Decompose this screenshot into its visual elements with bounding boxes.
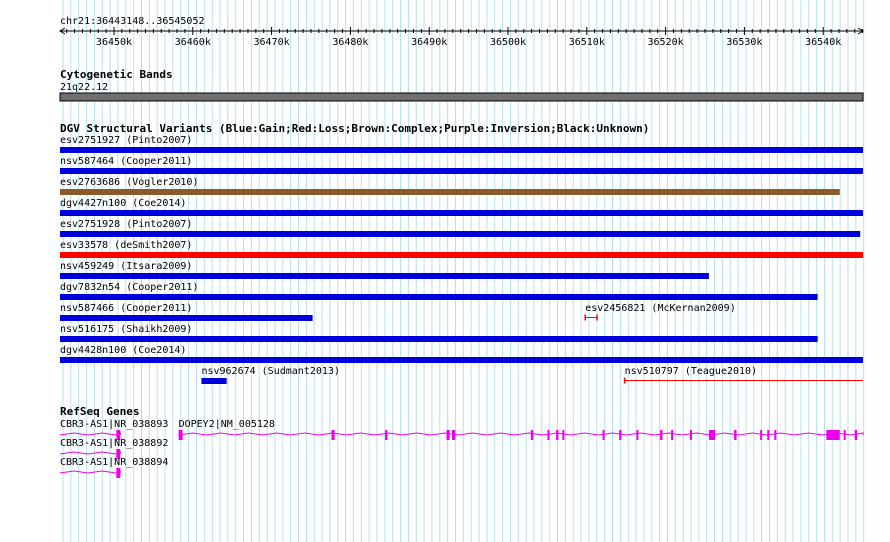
variant-label: nsv510797 (Teague2010) xyxy=(625,366,757,377)
variant-label: esv2456821 (McKernan2009) xyxy=(585,303,736,314)
variant-label: nsv587464 (Cooper2011) xyxy=(60,156,192,167)
gene-exon[interactable] xyxy=(178,430,183,440)
gene-exon[interactable] xyxy=(562,430,565,440)
variant-label: nsv459249 (Itsara2009) xyxy=(60,261,192,272)
variant-feature[interactable] xyxy=(60,147,863,153)
gene-exon[interactable] xyxy=(708,430,716,440)
ruler-tick-label: 36480k xyxy=(332,37,368,48)
ruler-tick-label: 36510k xyxy=(569,37,605,48)
variant-label: esv2751928 (Pinto2007) xyxy=(60,219,192,230)
gene-exon[interactable] xyxy=(530,430,534,440)
gene-label: CBR3-AS1|NR_038894 xyxy=(60,457,168,468)
gene-exon[interactable] xyxy=(452,430,456,440)
region-label: chr21:36443148..36545052 xyxy=(60,16,205,27)
gene-exon[interactable] xyxy=(854,430,858,440)
ruler-tick-label: 36500k xyxy=(490,37,526,48)
gene-exon[interactable] xyxy=(636,430,639,440)
variant-feature[interactable] xyxy=(60,336,818,342)
ruler-tick-label: 36490k xyxy=(411,37,447,48)
gene-exon[interactable] xyxy=(331,430,335,440)
ruler-tick-label: 36470k xyxy=(254,37,290,48)
gene-exon[interactable] xyxy=(671,430,674,440)
gene-exon[interactable] xyxy=(734,430,737,440)
cytoband-track-title: Cytogenetic Bands xyxy=(60,68,173,81)
variant-feature[interactable] xyxy=(201,378,227,384)
gene-intron-line[interactable] xyxy=(59,451,121,455)
gene-label: CBR3-AS1|NR_038893 xyxy=(60,419,168,430)
cytoband-label: 21q22.12 xyxy=(60,82,108,93)
variant-label: dgv4427n100 (Coe2014) xyxy=(60,198,186,209)
variant-label: esv33578 (deSmith2007) xyxy=(60,240,192,251)
ruler-tick-label: 36530k xyxy=(726,37,762,48)
cytoband-bar[interactable] xyxy=(59,92,864,102)
variant-feature[interactable] xyxy=(60,231,861,237)
gene-label: DOPEY2|NM_005128 xyxy=(179,419,275,430)
gene-exon[interactable] xyxy=(547,430,550,440)
variant-label: esv2763686 (Vogler2010) xyxy=(60,177,198,188)
gene-exon[interactable] xyxy=(760,430,763,440)
gene-intron-line[interactable] xyxy=(59,470,121,474)
variant-feature[interactable] xyxy=(60,315,313,321)
genome-browser-panel: chr21:36443148..36545052 36450k 36460k 364… xyxy=(59,0,865,542)
ruler-tick-label: 36540k xyxy=(805,37,841,48)
gene-exon[interactable] xyxy=(843,430,846,440)
gene-exon[interactable] xyxy=(385,430,388,440)
gene-exon[interactable] xyxy=(556,430,559,440)
refseq-track-title: RefSeq Genes xyxy=(60,405,139,418)
gene-intron-line[interactable] xyxy=(59,432,121,436)
gene-exon[interactable] xyxy=(446,430,450,440)
ruler-tick-label: 36460k xyxy=(175,37,211,48)
gene-exon[interactable] xyxy=(619,430,622,440)
gene-exon[interactable] xyxy=(690,430,693,440)
variant-feature[interactable] xyxy=(60,189,840,195)
gene-exon[interactable] xyxy=(774,430,777,440)
variant-label: dgv7832n54 (Cooper2011) xyxy=(60,282,198,293)
gene-exon[interactable] xyxy=(116,468,121,478)
ruler-tick-label: 36520k xyxy=(648,37,684,48)
ruler-tick-label: 36450k xyxy=(96,37,132,48)
variant-feature[interactable] xyxy=(60,273,709,279)
variant-label: esv2751927 (Pinto2007) xyxy=(60,135,192,146)
variant-label: nsv962674 (Sudmant2013) xyxy=(201,366,339,377)
variant-label: nsv516175 (Shaikh2009) xyxy=(60,324,192,335)
gene-exon[interactable] xyxy=(660,430,663,440)
variant-feature[interactable] xyxy=(60,294,818,300)
dgv-track-title: DGV Structural Variants (Blue:Gain;Red:L… xyxy=(60,122,649,135)
variant-label: nsv587466 (Cooper2011) xyxy=(60,303,192,314)
gene-exon[interactable] xyxy=(767,430,770,440)
gene-exon[interactable] xyxy=(826,430,840,440)
variant-feature[interactable] xyxy=(60,168,863,174)
variant-feature[interactable] xyxy=(60,252,863,258)
variant-feature[interactable] xyxy=(60,210,863,216)
gene-exon[interactable] xyxy=(602,430,605,440)
gene-label: CBR3-AS1|NR_038892 xyxy=(60,438,168,449)
variant-label: dgv4428n100 (Coe2014) xyxy=(60,345,186,356)
variant-feature[interactable] xyxy=(60,357,863,363)
